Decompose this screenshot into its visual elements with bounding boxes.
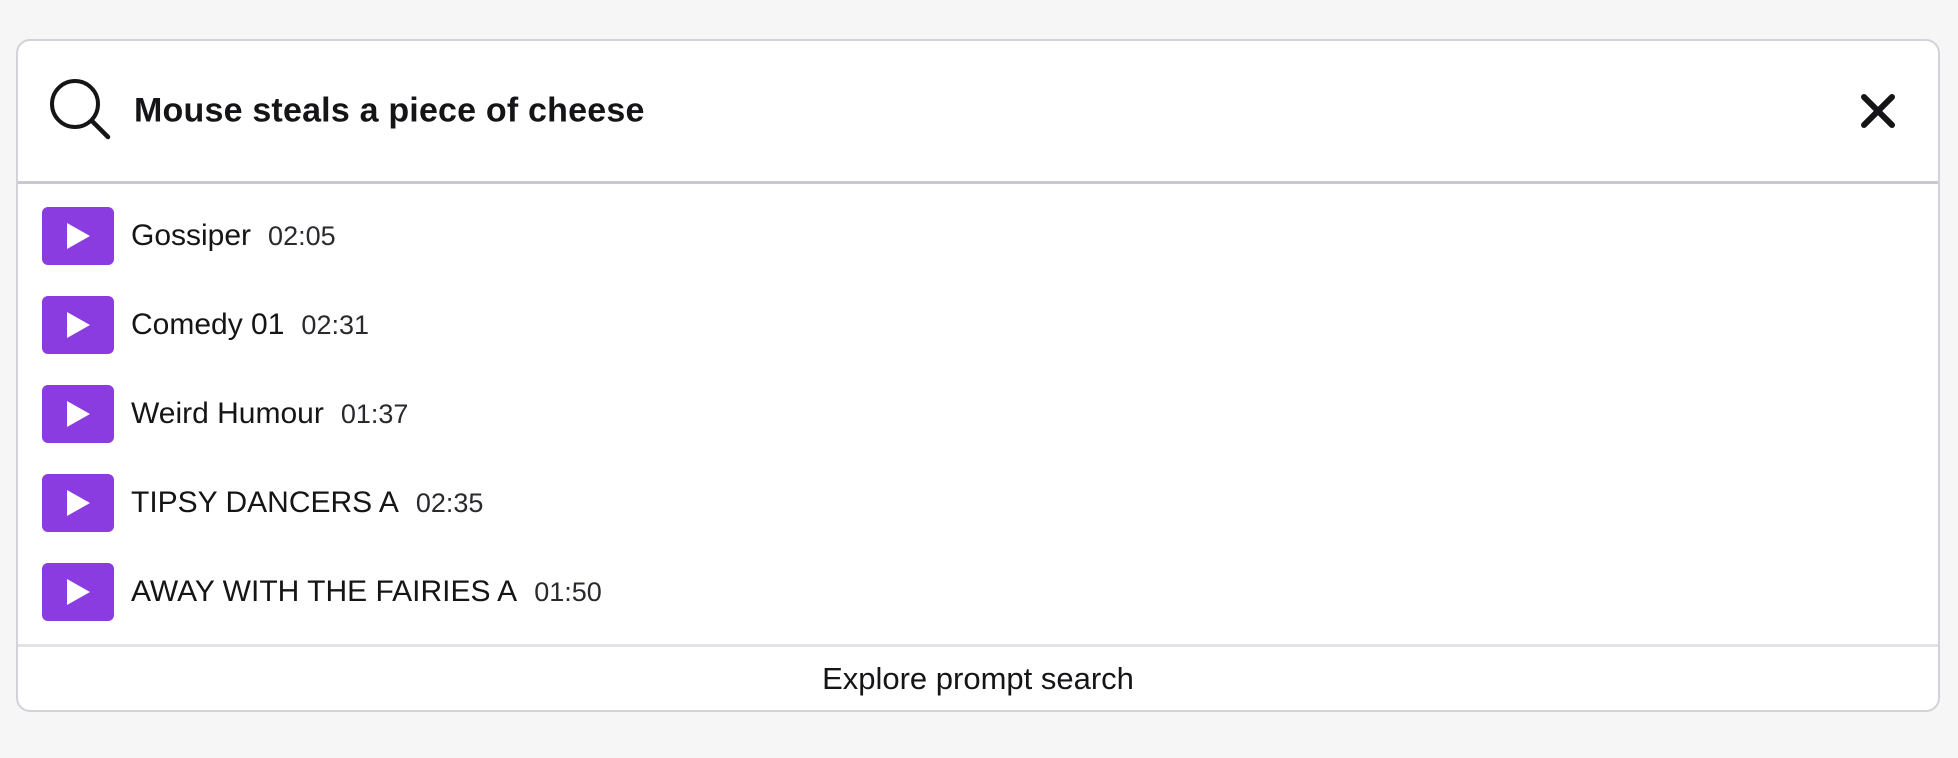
track-duration: 01:37	[340, 398, 409, 429]
track-duration: 02:05	[268, 220, 336, 251]
track-duration: 02:31	[301, 309, 369, 340]
play-icon	[67, 223, 90, 249]
play-icon	[67, 579, 90, 605]
search-panel: Mouse steals a piece of cheese Gossiper …	[16, 39, 1940, 712]
track-title: Gossiper	[131, 219, 252, 252]
play-icon	[67, 401, 90, 427]
play-icon	[67, 312, 90, 338]
play-button[interactable]	[42, 296, 114, 354]
play-button[interactable]	[42, 563, 114, 621]
search-bar: Mouse steals a piece of cheese	[18, 41, 1938, 184]
track-title: Comedy 01	[131, 308, 285, 341]
result-item[interactable]: Comedy 01 02:31	[42, 296, 369, 354]
play-button[interactable]	[42, 385, 114, 443]
results-list: Gossiper 02:05 Comedy 01 02:31 Weird Hum…	[18, 184, 1938, 644]
result-item[interactable]: AWAY WITH THE FAIRIES A 01:50	[42, 563, 602, 621]
result-item[interactable]: Weird Humour 01:37	[42, 385, 408, 443]
track-duration: 01:50	[534, 576, 602, 607]
track-title: TIPSY DANCERS A	[131, 486, 399, 519]
track-title: AWAY WITH THE FAIRIES A	[131, 575, 518, 608]
search-input[interactable]: Mouse steals a piece of cheese	[134, 92, 645, 131]
explore-prompt-search-link[interactable]: Explore prompt search	[822, 661, 1134, 697]
result-item[interactable]: Gossiper 02:05	[42, 207, 336, 265]
close-icon[interactable]	[1858, 91, 1898, 131]
play-button[interactable]	[42, 207, 114, 265]
track-duration: 02:35	[415, 487, 484, 518]
play-icon	[67, 490, 90, 516]
play-button[interactable]	[42, 474, 114, 532]
search-icon	[50, 79, 111, 140]
track-title: Weird Humour	[131, 397, 324, 430]
footer: Explore prompt search	[18, 644, 1938, 710]
result-item[interactable]: TIPSY DANCERS A 02:35	[42, 474, 483, 532]
